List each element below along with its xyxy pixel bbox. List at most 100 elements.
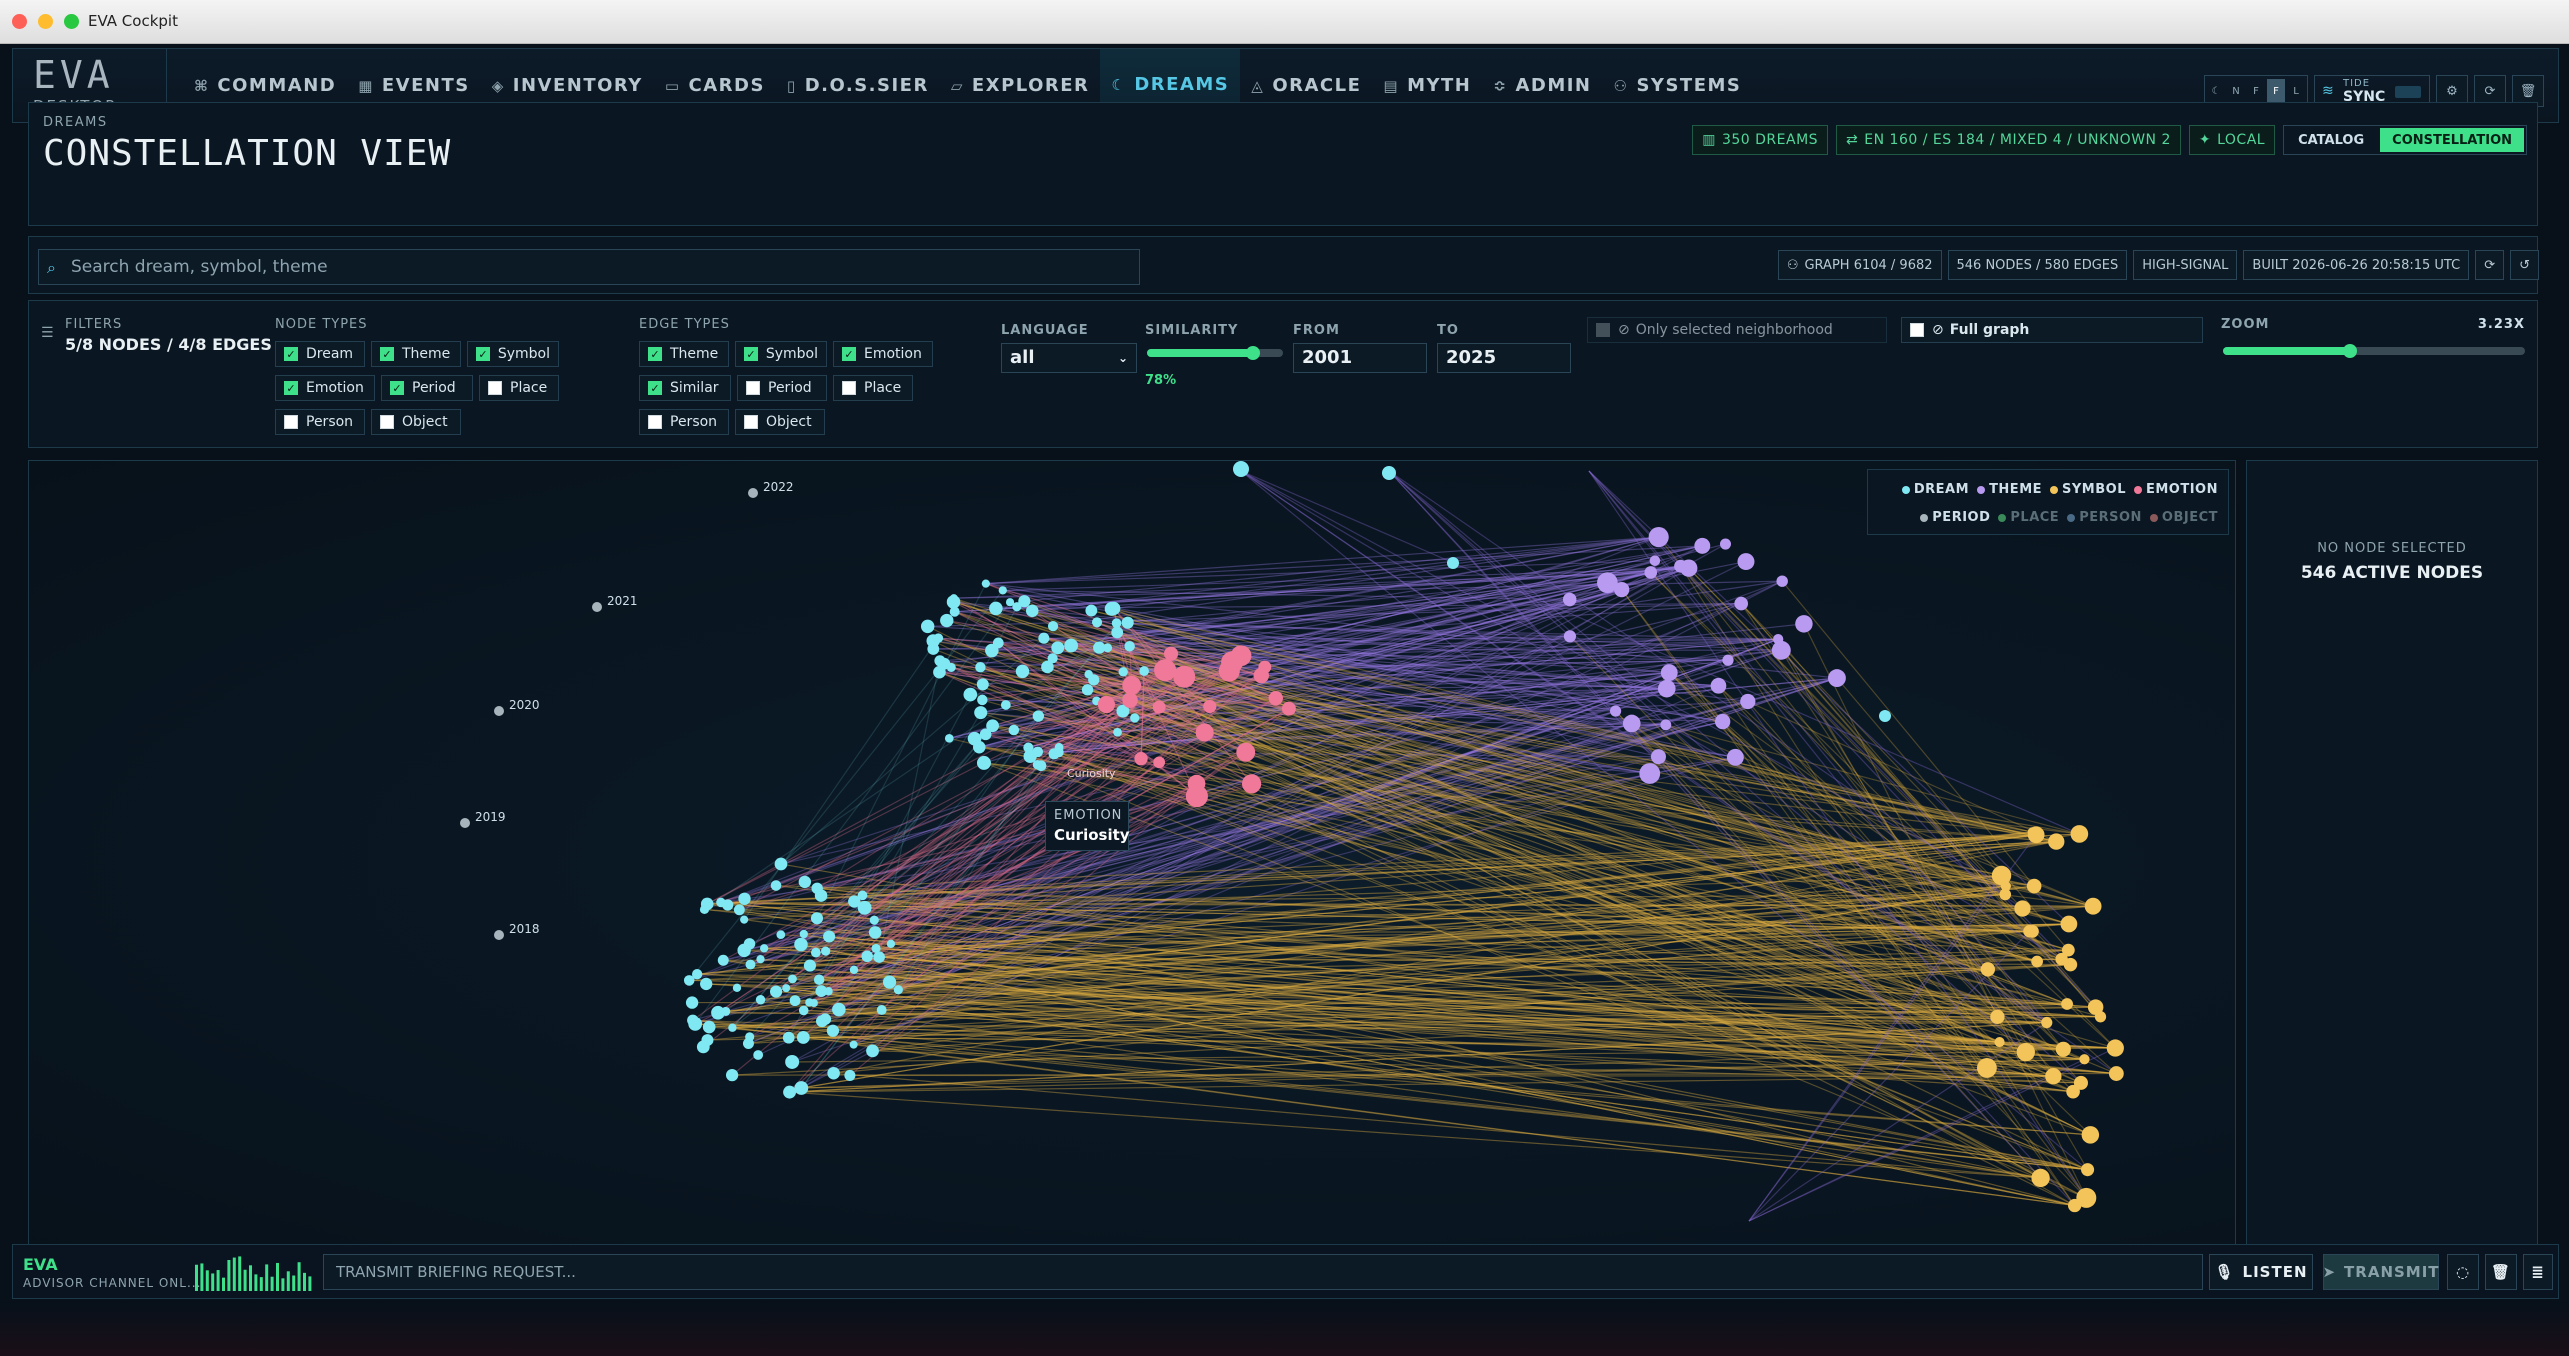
period-node[interactable] [592,602,602,612]
dream-node[interactable] [827,1066,840,1080]
dream-node[interactable] [782,984,791,993]
theme-node[interactable] [1795,615,1813,633]
theme-node[interactable] [1614,581,1630,598]
symbol-node[interactable] [2081,1126,2100,1144]
legend-item-emotion[interactable]: EMOTION [2133,482,2218,497]
emotion-node[interactable] [1187,774,1206,793]
dream-node[interactable] [721,1006,731,1016]
emotion-node[interactable] [1203,699,1217,714]
dream-node[interactable] [789,995,801,1007]
dream-node[interactable] [687,1014,699,1026]
dream-node[interactable] [725,1068,739,1082]
dream-node[interactable] [1118,667,1128,677]
symbol-node[interactable] [2048,833,2065,850]
dream-node[interactable] [1124,640,1135,652]
dream-node[interactable] [1032,710,1045,722]
from-year-input[interactable]: 2001 [1293,343,1427,373]
theme-node[interactable] [1694,537,1711,554]
transmit-button[interactable]: ➤ TRANSMIT [2322,1254,2439,1290]
edge-type-symbol[interactable]: ✓ Symbol [735,341,827,367]
dream-node[interactable] [685,996,699,1009]
dream-node[interactable] [803,959,817,972]
dream-node[interactable] [893,985,903,995]
dream-node[interactable] [1111,626,1124,639]
edge-type-period[interactable]: Period [737,375,827,401]
dream-node[interactable] [1012,602,1022,612]
dream-node[interactable] [1233,461,1249,477]
dream-node[interactable] [1047,620,1059,632]
symbol-node[interactable] [2084,897,2102,915]
emotion-node[interactable] [1122,675,1142,695]
legend-item-theme[interactable]: THEME [1977,482,2042,497]
rebuild-button[interactable]: ⟳ [2475,250,2505,280]
emotion-node[interactable] [1281,701,1296,716]
theme-node[interactable] [1722,654,1734,666]
dream-node[interactable] [716,897,726,908]
dream-node[interactable] [976,755,991,770]
mode-f-active-button[interactable]: F [2267,79,2285,103]
theme-node[interactable] [1719,538,1732,550]
symbol-node[interactable] [2067,1198,2082,1213]
mode-l-button[interactable]: L [2287,79,2305,103]
dream-node[interactable] [1000,700,1011,710]
dream-node[interactable] [745,959,756,970]
dream-node[interactable] [1041,660,1054,674]
close-window-button[interactable] [12,14,27,29]
dream-node[interactable] [998,586,1007,595]
dream-node[interactable] [732,983,742,992]
dream-node[interactable] [756,955,765,964]
dream-node[interactable] [882,975,897,989]
emotion-node[interactable] [1097,695,1116,714]
theme-node[interactable] [1562,592,1577,607]
theme-node[interactable] [1828,669,1846,688]
dream-node[interactable] [783,1085,797,1099]
dream-node[interactable] [977,694,988,706]
legend-item-period[interactable]: PERIOD [1920,510,1990,525]
theme-node[interactable] [1657,679,1676,698]
period-node[interactable] [748,488,758,498]
dream-node[interactable] [940,613,954,628]
dream-node[interactable] [776,930,786,940]
dream-node[interactable] [1053,747,1064,758]
briefing-input[interactable] [323,1254,2203,1290]
dream-node[interactable] [868,926,882,939]
emotion-node[interactable] [1153,756,1166,769]
dream-node[interactable] [876,1005,887,1015]
symbol-node[interactable] [2041,1016,2053,1029]
dream-node[interactable] [985,643,999,658]
symbol-node[interactable] [2066,1084,2080,1099]
legend-item-symbol[interactable]: SYMBOL [2050,482,2126,497]
dream-node[interactable] [975,661,986,673]
dream-node[interactable] [1113,727,1122,737]
emotion-node[interactable] [1163,646,1179,661]
dream-node[interactable] [810,947,821,958]
dream-node[interactable] [934,655,946,667]
emotion-node[interactable] [1152,700,1166,714]
theme-node[interactable] [1639,763,1661,784]
dream-node[interactable] [933,665,946,679]
dream-node[interactable] [733,904,745,916]
dream-node[interactable] [976,678,989,691]
emotion-node[interactable] [1241,774,1262,794]
symbol-node[interactable] [2055,1041,2071,1057]
symbol-node[interactable] [2079,1054,2090,1065]
dream-node[interactable] [815,985,828,997]
dream-node[interactable] [691,969,703,980]
dream-node[interactable] [1088,674,1100,686]
to-year-input[interactable]: 2025 [1437,343,1571,373]
theme-node[interactable] [1737,553,1755,571]
dream-node[interactable] [986,719,999,733]
dream-node[interactable] [745,1032,755,1042]
dream-node[interactable] [1038,632,1050,644]
theme-node[interactable] [1650,749,1666,765]
graph-canvas[interactable]: 2022 2021 2020 2019 2018 [29,461,2236,1264]
clear-button[interactable]: 🗑 [2485,1254,2517,1290]
dream-node[interactable] [844,1069,856,1081]
dream-node[interactable] [849,965,859,975]
symbol-node[interactable] [2081,1163,2095,1177]
symbol-node[interactable] [2045,1068,2062,1085]
dream-node[interactable] [717,954,729,966]
dream-node[interactable] [759,944,769,953]
dream-node[interactable] [1121,616,1134,629]
emotion-node[interactable] [1253,667,1269,684]
